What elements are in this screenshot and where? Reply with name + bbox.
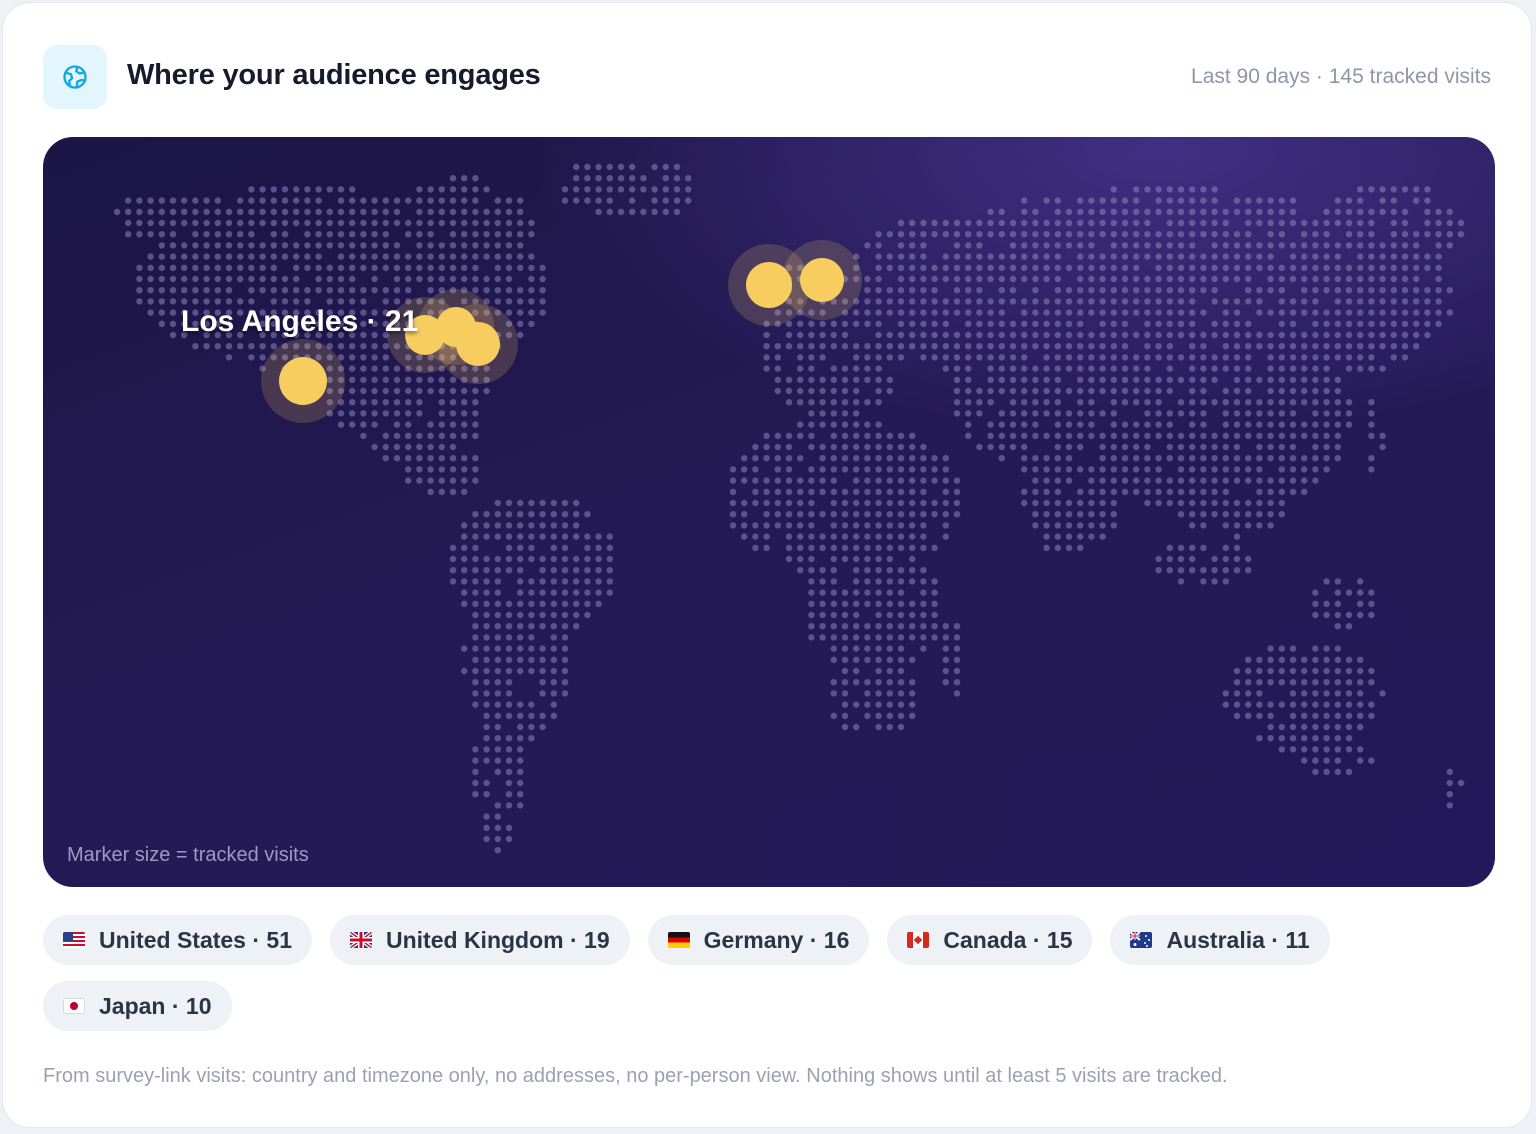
country-chip-label: Germany · 16: [703, 926, 850, 953]
country-chip-germany[interactable]: Germany · 16: [647, 915, 870, 965]
date-range-summary: Last 90 days · 145 tracked visits: [1191, 65, 1491, 88]
marker-london[interactable]: [746, 262, 792, 308]
country-chip-label: Canada · 15: [943, 926, 1073, 953]
dot-world-map: [113, 163, 1465, 854]
de-flag-icon: [667, 932, 690, 948]
country-chip-japan[interactable]: Japan · 10: [43, 981, 232, 1031]
country-chip-canada[interactable]: Canada · 15: [887, 915, 1093, 965]
uk-flag-icon: [350, 932, 372, 948]
marker-berlin[interactable]: [800, 258, 844, 302]
audience-map-card: Where your audience engages Last 90 days…: [2, 2, 1532, 1128]
au-flag-icon: [1130, 932, 1153, 948]
world-map: Los Angeles · 21 Marker size = tracked v…: [43, 137, 1495, 887]
highlighted-marker-label: Los Angeles · 21: [181, 305, 419, 338]
us-flag-icon: [63, 932, 85, 948]
privacy-footnote: From survey-link visits: country and tim…: [43, 1065, 1228, 1087]
jp-flag-icon: [63, 998, 85, 1014]
country-chip-list: United States · 51 United Kingdom · 19 G…: [43, 915, 1343, 1031]
country-chip-united-kingdom[interactable]: United Kingdom · 19: [330, 915, 630, 965]
globe-icon: [63, 65, 87, 89]
card-title: Where your audience engages: [127, 59, 541, 91]
map-legend-caption: Marker size = tracked visits: [67, 844, 309, 866]
country-chip-label: United Kingdom · 19: [386, 926, 610, 953]
country-chip-australia[interactable]: Australia · 11: [1110, 915, 1330, 965]
country-chip-label: United States · 51: [99, 926, 292, 953]
marker-los-angeles[interactable]: [279, 357, 327, 405]
country-chip-united-states[interactable]: United States · 51: [43, 915, 312, 965]
ca-flag-icon: [907, 932, 930, 948]
globe-icon-container: [43, 45, 107, 109]
country-chip-label: Australia · 11: [1166, 926, 1310, 953]
country-chip-label: Japan · 10: [99, 992, 212, 1019]
marker-new-york[interactable]: [456, 322, 500, 366]
